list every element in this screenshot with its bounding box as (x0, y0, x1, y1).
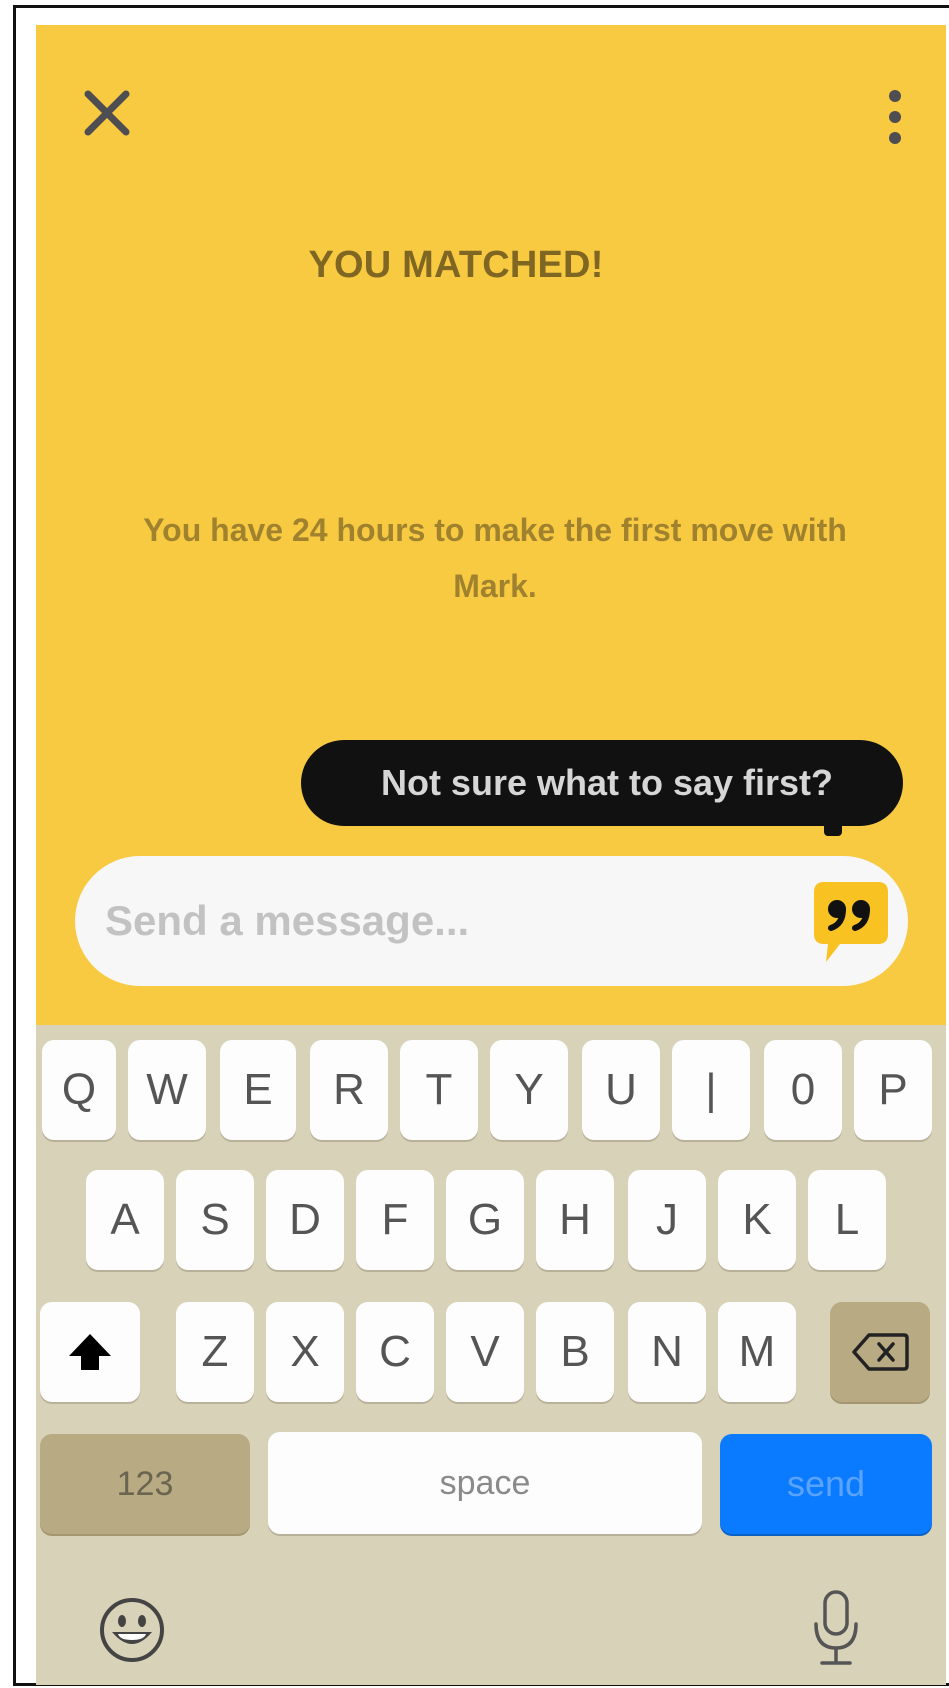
key-b[interactable]: B (536, 1302, 614, 1402)
quote-bubble-icon (814, 882, 888, 962)
key-d[interactable]: D (266, 1170, 344, 1270)
key-m[interactable]: M (718, 1302, 796, 1402)
key-x[interactable]: X (266, 1302, 344, 1402)
space-key[interactable]: space (268, 1432, 702, 1534)
match-subtitle: You have 24 hours to make the first move… (80, 502, 910, 614)
key-h[interactable]: H (536, 1170, 614, 1270)
message-composer (75, 856, 908, 986)
more-options-button[interactable] (880, 86, 910, 152)
emoji-icon (100, 1598, 164, 1662)
key-l[interactable]: L (808, 1170, 886, 1270)
match-subtitle-line1: You have 24 hours to make the first move… (143, 512, 847, 548)
close-icon (84, 90, 130, 136)
match-title: YOU MATCHED! (308, 244, 604, 286)
key-w[interactable]: W (128, 1040, 206, 1140)
key-n[interactable]: N (628, 1302, 706, 1402)
close-button[interactable] (82, 88, 132, 138)
more-vertical-icon (889, 90, 901, 144)
key-k[interactable]: K (718, 1170, 796, 1270)
message-input[interactable] (105, 882, 745, 960)
key-p[interactable]: P (854, 1040, 932, 1140)
key-u[interactable]: U (582, 1040, 660, 1140)
key-q[interactable]: Q (42, 1040, 116, 1140)
send-key[interactable]: send (720, 1434, 932, 1534)
opening-moves-button[interactable] (810, 878, 892, 970)
key-y[interactable]: Y (490, 1040, 568, 1140)
tooltip-tail (824, 822, 842, 836)
key-s[interactable]: S (176, 1170, 254, 1270)
numbers-key[interactable]: 123 (40, 1434, 250, 1534)
key-c[interactable]: C (356, 1302, 434, 1402)
key-o[interactable]: 0 (764, 1040, 842, 1140)
key-v[interactable]: V (446, 1302, 524, 1402)
key-t[interactable]: T (400, 1040, 478, 1140)
shift-icon (69, 1334, 111, 1370)
backspace-icon (852, 1333, 909, 1371)
key-r[interactable]: R (310, 1040, 388, 1140)
key-e[interactable]: E (220, 1040, 296, 1140)
microphone-button[interactable] (808, 1588, 864, 1668)
key-i[interactable]: | (672, 1040, 750, 1140)
emoji-button[interactable] (98, 1596, 166, 1664)
match-subtitle-line2: Mark. (453, 568, 537, 604)
key-a[interactable]: A (86, 1170, 164, 1270)
key-j[interactable]: J (628, 1170, 706, 1270)
key-z[interactable]: Z (176, 1302, 254, 1402)
opener-tooltip[interactable]: Not sure what to say first? (301, 740, 903, 826)
key-g[interactable]: G (446, 1170, 524, 1270)
shift-key[interactable] (40, 1302, 140, 1402)
key-f[interactable]: F (356, 1170, 434, 1270)
microphone-icon (814, 1590, 858, 1665)
backspace-key[interactable] (830, 1302, 930, 1402)
